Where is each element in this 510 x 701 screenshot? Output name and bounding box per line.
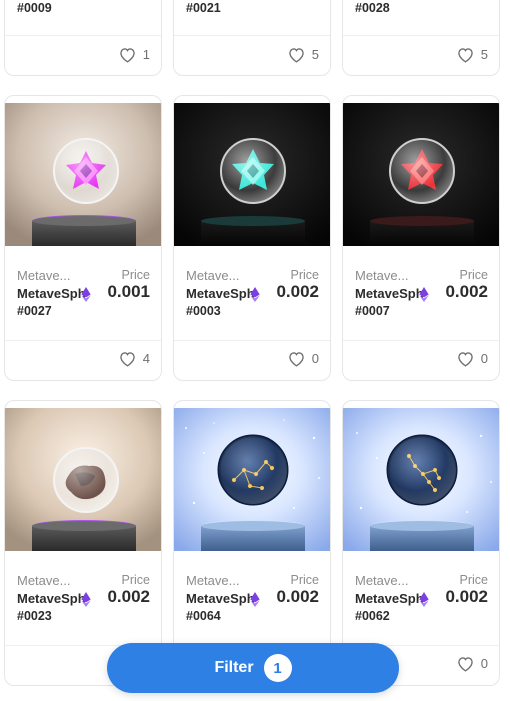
heart-outline-icon (120, 352, 135, 367)
token-id: #0027 (17, 304, 52, 318)
ethereum-icon (81, 592, 91, 607)
heart-outline-icon (458, 48, 473, 63)
price-value: 0.002 (107, 587, 150, 606)
token-id: #0009 (17, 1, 52, 15)
nft-card-0003[interactable]: Metave... Price MetaveSph 0.002 #0003 0 (173, 95, 331, 381)
nft-image[interactable] (5, 408, 161, 551)
like-count: 5 (480, 47, 488, 62)
like-button[interactable]: 0 (456, 350, 488, 367)
heart-outline-icon (120, 48, 135, 63)
token-id: #0028 (355, 1, 390, 15)
price-value: 0.002 (445, 587, 488, 606)
like-button[interactable]: 5 (456, 46, 488, 63)
heart-outline-icon (458, 352, 473, 367)
like-count: 0 (480, 656, 488, 671)
collection-name[interactable]: Metave... (355, 268, 408, 283)
filter-button[interactable]: Filter 1 (107, 643, 399, 693)
nft-card-0021[interactable]: #0021 5 (173, 0, 331, 76)
collection-name[interactable]: Metave... (186, 268, 239, 283)
like-button[interactable]: 4 (118, 350, 150, 367)
nft-name[interactable]: MetaveSph (355, 591, 424, 606)
nft-name[interactable]: MetaveSph (186, 591, 255, 606)
token-id: #0007 (355, 304, 390, 318)
ethereum-icon (250, 592, 260, 607)
nft-name[interactable]: MetaveSph (186, 286, 255, 301)
price-label: Price (459, 268, 488, 282)
like-count: 4 (142, 351, 150, 366)
token-id: #0064 (186, 609, 221, 623)
token-id: #0023 (17, 609, 52, 623)
nft-card-0028[interactable]: #0028 5 (342, 0, 500, 76)
ethereum-icon (419, 287, 429, 302)
ethereum-icon (250, 287, 260, 302)
price-value: 0.002 (445, 282, 488, 301)
nft-name[interactable]: MetaveSph (355, 286, 424, 301)
heart-outline-icon (289, 352, 304, 367)
price-label: Price (121, 573, 150, 587)
like-button[interactable]: 0 (287, 350, 319, 367)
nft-name[interactable]: MetaveSph (17, 286, 86, 301)
nft-card-0007[interactable]: Metave... Price MetaveSph 0.002 #0007 0 (342, 95, 500, 381)
nft-image[interactable] (174, 103, 330, 246)
token-id: #0021 (186, 1, 221, 15)
price-value: 0.001 (107, 282, 150, 301)
nft-image[interactable] (5, 103, 161, 246)
token-id: #0062 (355, 609, 390, 623)
collection-name[interactable]: Metave... (17, 268, 70, 283)
filter-label: Filter (214, 659, 254, 676)
price-value: 0.002 (276, 587, 319, 606)
like-count: 0 (480, 351, 488, 366)
price-label: Price (459, 573, 488, 587)
nft-image[interactable] (343, 103, 499, 246)
collection-name[interactable]: Metave... (17, 573, 70, 588)
like-button[interactable]: 1 (118, 46, 150, 63)
collection-name[interactable]: Metave... (355, 573, 408, 588)
price-value: 0.002 (276, 282, 319, 301)
filter-count-badge: 1 (263, 654, 292, 682)
like-count: 0 (311, 351, 319, 366)
nft-name[interactable]: MetaveSph (17, 591, 86, 606)
price-label: Price (290, 268, 319, 282)
like-button[interactable]: 5 (287, 46, 319, 63)
collection-name[interactable]: Metave... (186, 573, 239, 588)
token-id: #0003 (186, 304, 221, 318)
nft-card-0027[interactable]: Metave... Price MetaveSph 0.001 #0027 4 (4, 95, 162, 381)
ethereum-icon (419, 592, 429, 607)
heart-outline-icon (458, 657, 473, 672)
nft-card-0009[interactable]: #0009 1 (4, 0, 162, 76)
heart-outline-icon (289, 48, 304, 63)
like-button[interactable]: 0 (456, 655, 488, 672)
price-label: Price (290, 573, 319, 587)
like-count: 5 (311, 47, 319, 62)
price-label: Price (121, 268, 150, 282)
nft-image[interactable] (343, 408, 499, 551)
like-count: 1 (142, 47, 150, 62)
ethereum-icon (81, 287, 91, 302)
nft-image[interactable] (174, 408, 330, 551)
